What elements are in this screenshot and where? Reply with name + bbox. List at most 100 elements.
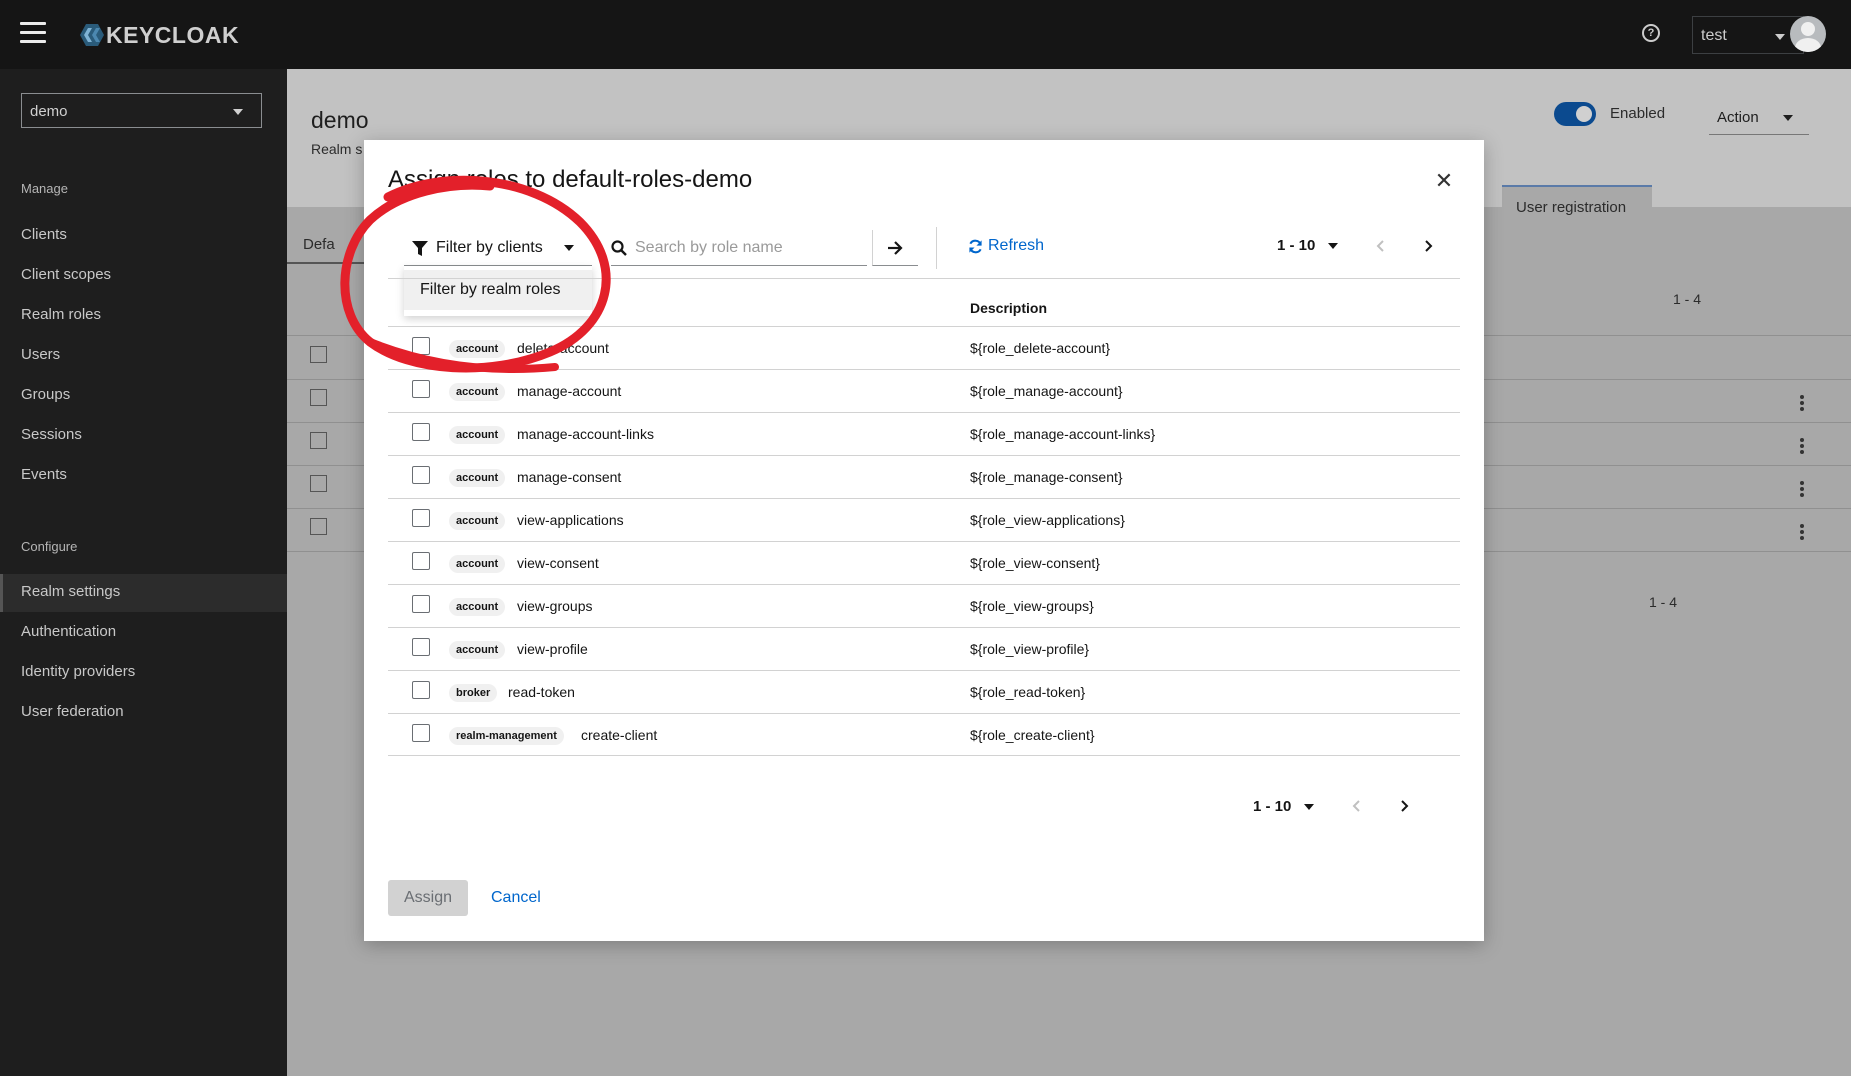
refresh-button[interactable]: Refresh	[968, 237, 1044, 255]
kebab-icon[interactable]	[1800, 524, 1804, 540]
row-checkbox[interactable]	[310, 475, 327, 492]
sidebar-item-identity-providers[interactable]: Identity providers	[0, 654, 287, 692]
sidebar-item-events[interactable]: Events	[0, 457, 287, 495]
cancel-button[interactable]: Cancel	[491, 889, 541, 907]
hamburger-icon[interactable]	[20, 22, 46, 44]
table-top-border	[388, 278, 1460, 279]
role-description: ${role_view-applications}	[970, 512, 1125, 528]
row-checkbox[interactable]	[412, 380, 430, 398]
row-checkbox[interactable]	[310, 432, 327, 449]
toolbar-divider	[936, 227, 937, 269]
client-badge: account	[449, 512, 506, 530]
filter-dropdown[interactable]: Filter by clients	[404, 230, 592, 266]
close-icon[interactable]: ✕	[1433, 170, 1455, 192]
client-badge: account	[449, 641, 506, 659]
tab-user-registration[interactable]: User registration	[1502, 185, 1652, 225]
search-submit-button[interactable]	[872, 230, 918, 266]
kebab-icon[interactable]	[1800, 395, 1804, 411]
caret-down-icon[interactable]	[1304, 804, 1314, 810]
pagination-count[interactable]: 1 - 4	[1673, 291, 1701, 307]
pagination-count-top[interactable]: 1 - 10	[1277, 237, 1315, 254]
role-description: ${role_manage-account}	[970, 383, 1123, 399]
realm-selector[interactable]: demo	[21, 93, 262, 128]
subtab-default-roles[interactable]: Defa	[287, 224, 367, 264]
sidebar-item-realm-settings[interactable]: Realm settings	[0, 574, 287, 612]
caret-down-icon[interactable]	[1328, 243, 1338, 249]
pagination-count-bottom[interactable]: 1 - 10	[1253, 798, 1291, 815]
assign-button[interactable]: Assign	[388, 880, 468, 916]
role-description: ${role_manage-account-links}	[970, 426, 1156, 442]
action-dropdown[interactable]: Action	[1709, 99, 1809, 135]
sidebar-item-authentication[interactable]: Authentication	[0, 614, 287, 652]
table-row: account manage-account ${role_manage-acc…	[388, 369, 1460, 412]
role-description: ${role_view-profile}	[970, 641, 1090, 657]
caret-down-icon	[1775, 34, 1785, 40]
enabled-switch[interactable]	[1554, 102, 1596, 126]
row-checkbox[interactable]	[310, 389, 327, 406]
row-checkbox[interactable]	[412, 423, 430, 441]
nav-section-manage: Manage	[21, 181, 68, 196]
table-row: account manage-account-links ${role_mana…	[388, 412, 1460, 455]
assign-roles-modal: Assign roles to default-roles-demo ✕ Fil…	[364, 140, 1484, 941]
search-icon	[611, 240, 627, 256]
client-badge: account	[449, 383, 506, 401]
logo-text: KEYCLOAK	[106, 21, 240, 48]
client-badge: account	[449, 555, 506, 573]
role-name: manage-consent	[517, 469, 622, 485]
sidebar-item-client-scopes[interactable]: Client scopes	[0, 257, 287, 295]
role-name: view-groups	[517, 598, 593, 614]
realm-selector-label: demo	[30, 103, 68, 120]
table-row: account view-groups ${role_view-groups}	[388, 584, 1460, 627]
sidebar-item-groups[interactable]: Groups	[0, 377, 287, 415]
avatar-icon[interactable]	[1790, 16, 1826, 52]
chevron-right-icon[interactable]	[1398, 799, 1410, 813]
sidebar-item-clients[interactable]: Clients	[0, 217, 287, 255]
role-name: view-applications	[517, 512, 624, 528]
client-badge: account	[449, 426, 506, 444]
user-menu-toggle[interactable]: test	[1692, 16, 1804, 54]
sidebar-item-sessions[interactable]: Sessions	[0, 417, 287, 455]
row-checkbox[interactable]	[310, 518, 327, 535]
chevron-right-icon[interactable]	[1422, 239, 1434, 253]
sidebar-item-realm-roles[interactable]: Realm roles	[0, 297, 287, 335]
row-checkbox[interactable]	[412, 509, 430, 527]
row-checkbox[interactable]	[412, 724, 430, 742]
sidebar-item-user-federation[interactable]: User federation	[0, 694, 287, 732]
search-input[interactable]	[635, 236, 855, 260]
filter-menu: Filter by realm roles	[404, 266, 592, 316]
action-label: Action	[1717, 109, 1759, 126]
modal-title: Assign roles to default-roles-demo	[388, 166, 753, 193]
table-row: broker read-token ${role_read-token}	[388, 670, 1460, 713]
row-checkbox[interactable]	[412, 681, 430, 699]
row-checkbox[interactable]	[412, 552, 430, 570]
enabled-label: Enabled	[1610, 105, 1666, 122]
kebab-icon[interactable]	[1800, 481, 1804, 497]
keycloak-logo[interactable]: KEYCLOAK	[74, 20, 239, 50]
row-checkbox[interactable]	[412, 595, 430, 613]
pagination-count-bottom[interactable]: 1 - 4	[1649, 594, 1677, 610]
caret-down-icon	[233, 109, 243, 115]
filter-selected-label: Filter by clients	[436, 239, 543, 256]
chevron-left-icon[interactable]	[1351, 799, 1363, 813]
row-checkbox[interactable]	[412, 466, 430, 484]
nav-section-configure: Configure	[21, 539, 78, 554]
role-description: ${role_view-consent}	[970, 555, 1100, 571]
sidebar: demo Manage Clients Client scopes Realm …	[0, 69, 287, 1076]
table-row: account delete-account ${role_delete-acc…	[388, 326, 1460, 369]
role-name: read-token	[508, 684, 575, 700]
role-name: view-consent	[517, 555, 599, 571]
kebab-icon[interactable]	[1800, 438, 1804, 454]
refresh-icon	[969, 239, 982, 253]
role-description: ${role_manage-consent}	[970, 469, 1123, 485]
help-icon[interactable]: ?	[1642, 24, 1660, 42]
funnel-icon	[412, 241, 428, 256]
row-checkbox[interactable]	[412, 337, 430, 355]
search-box[interactable]	[611, 230, 867, 266]
filter-option-realm-roles[interactable]: Filter by realm roles	[404, 270, 592, 310]
chevron-left-icon[interactable]	[1375, 239, 1387, 253]
row-checkbox[interactable]	[412, 638, 430, 656]
client-badge: account	[449, 469, 506, 487]
sidebar-item-users[interactable]: Users	[0, 337, 287, 375]
select-all-checkbox[interactable]	[310, 346, 327, 363]
table-row: account manage-consent ${role_manage-con…	[388, 455, 1460, 498]
